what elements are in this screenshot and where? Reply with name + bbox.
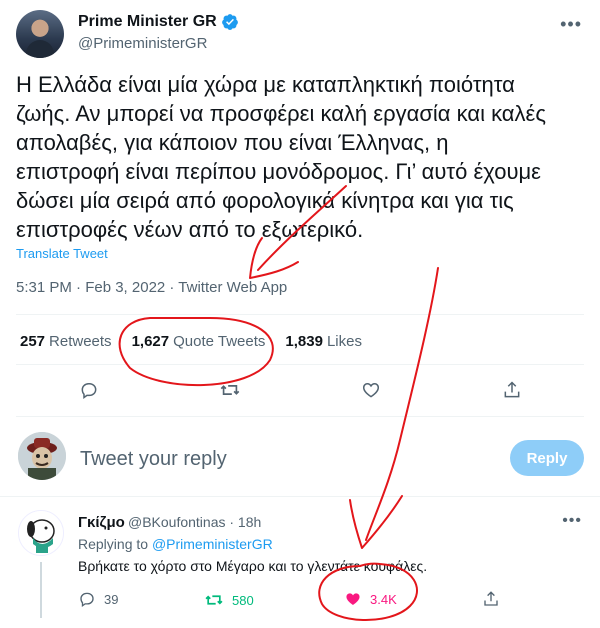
author-avatar[interactable] (16, 10, 64, 58)
quotes-count: 1,627 (131, 333, 170, 350)
reply-replies-count: 39 (104, 591, 119, 607)
retweet-icon (205, 595, 223, 605)
author-name-row[interactable]: Prime Minister GR (78, 13, 239, 31)
heart-icon (362, 382, 380, 398)
retweets-count: 257 (20, 333, 46, 350)
retweet-icon (220, 385, 240, 395)
reply-author-avatar[interactable] (18, 510, 64, 556)
tweet-actions (0, 375, 600, 405)
reply-icon (80, 592, 94, 608)
reply-author-name[interactable]: Γκίζμο (78, 514, 125, 531)
replying-to-link[interactable]: @PrimeministerGR (152, 536, 273, 552)
author-name[interactable]: Prime Minister GR (78, 13, 217, 31)
divider (16, 416, 584, 417)
reply-likes-count: 3.4K (370, 591, 397, 607)
divider (0, 496, 600, 497)
divider (16, 364, 584, 365)
reply-like-button[interactable]: 3.4K (344, 590, 397, 608)
tweet-text: Η Ελλάδα είναι μία χώρα με καταπληκτική … (16, 72, 546, 242)
reply-button[interactable] (74, 375, 104, 405)
likes-stat[interactable]: 1,839 Likes (285, 333, 362, 350)
reply-reply-button[interactable]: 39 (78, 590, 118, 608)
heart-filled-icon (346, 593, 360, 605)
annotation-arrowhead-top (249, 237, 299, 279)
retweets-label: Retweets (49, 333, 112, 350)
translate-tweet-link[interactable]: Translate Tweet (16, 246, 108, 261)
current-user-avatar[interactable] (18, 432, 66, 480)
divider (16, 314, 584, 315)
likes-count: 1,839 (285, 333, 323, 350)
replying-to: Replying to @PrimeministerGR (78, 536, 273, 552)
avatar-image (18, 432, 66, 480)
reply-icon (81, 383, 97, 399)
reply-actions: 39 580 3.4K (78, 590, 588, 612)
tweet-stats: 257 Retweets 1,627 Quote Tweets 1,839 Likes (20, 333, 362, 350)
author-handle[interactable]: @PrimeministerGR (78, 35, 207, 52)
reply-share-button[interactable] (482, 590, 500, 608)
like-button[interactable] (356, 375, 386, 405)
reply-retweets-count: 580 (232, 592, 254, 608)
quote-tweets-stat[interactable]: 1,627 Quote Tweets (132, 333, 266, 350)
reply-submit-button[interactable]: Reply (510, 440, 584, 476)
reply-more-options-icon[interactable]: ••• (562, 512, 582, 530)
thread-line (40, 562, 42, 618)
share-icon (484, 591, 498, 606)
replying-prefix: Replying to (78, 536, 149, 552)
share-icon (504, 381, 520, 398)
reply-retweet-button[interactable]: 580 (204, 590, 254, 610)
reply-tweet: Γκίζμο @BKoufontinas · 18h ••• Replying … (0, 506, 600, 628)
share-button[interactable] (497, 375, 527, 405)
likes-label: Likes (326, 333, 362, 350)
tweet-timestamp[interactable]: 5:31 PM · Feb 3, 2022 · Twitter Web App (16, 279, 287, 296)
more-options-icon[interactable]: ••• (560, 14, 582, 35)
verified-badge-icon (221, 14, 238, 30)
retweets-stat[interactable]: 257 Retweets (20, 333, 112, 350)
retweet-button[interactable] (215, 375, 245, 405)
reply-composer: Tweet your reply Reply (0, 430, 600, 486)
quotes-label: Quote Tweets (173, 333, 266, 350)
reply-author-handle[interactable]: @BKoufontinas · 18h (128, 514, 261, 530)
avatar-image (19, 511, 63, 555)
reply-input[interactable]: Tweet your reply (80, 448, 227, 471)
reply-text: Βρήκατε το χόρτο στο Μέγαρο και το γλεντ… (78, 558, 428, 574)
